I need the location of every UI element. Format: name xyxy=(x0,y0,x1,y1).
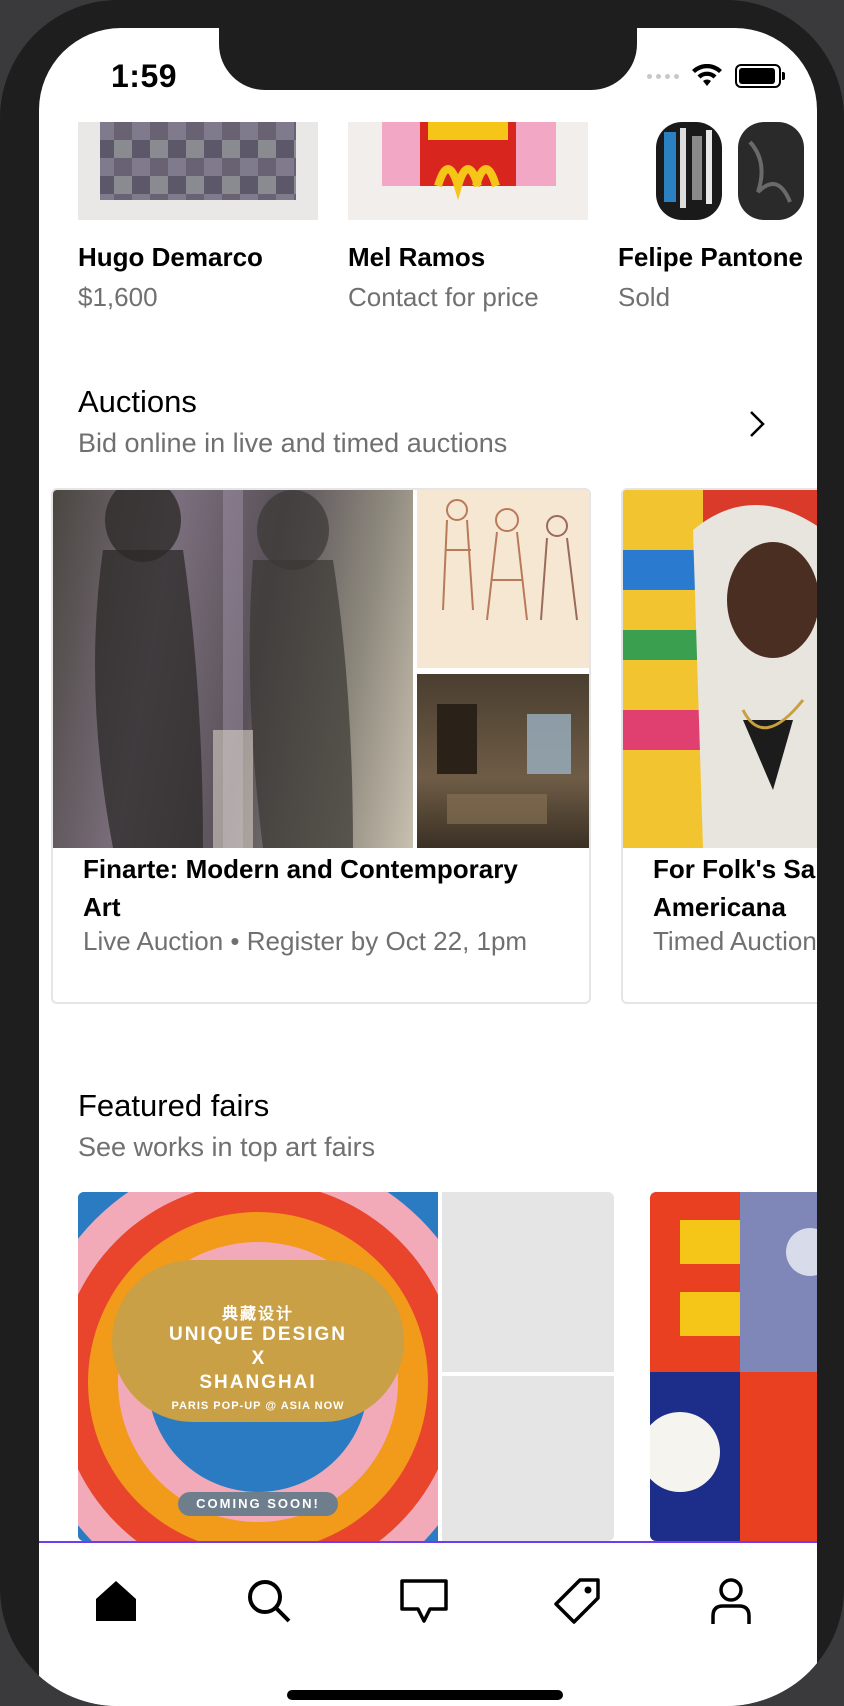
fair-card[interactable] xyxy=(650,1192,817,1541)
tab-profile[interactable] xyxy=(701,1571,761,1631)
home-indicator[interactable] xyxy=(287,1690,563,1700)
tab-inbox[interactable] xyxy=(394,1571,454,1631)
artwork-image xyxy=(78,122,318,220)
fair-card[interactable]: 典藏设计 UNIQUE DESIGN X SHANGHAI PARIS POP-… xyxy=(78,1192,614,1541)
fair-poster xyxy=(650,1192,817,1541)
device-frame: 1:59 Hugo Demarco $1,600 Mel Ramos Conta… xyxy=(0,0,844,1706)
auction-artwork-main xyxy=(53,490,413,848)
artwork-card[interactable]: Hugo Demarco $1,600 xyxy=(78,122,318,352)
poster-text-chinese: 典藏设计 xyxy=(221,1306,294,1323)
tab-bar xyxy=(39,1541,817,1706)
auction-artwork-top-right xyxy=(417,490,589,668)
auction-card-subtitle: Timed Auction xyxy=(653,926,817,956)
poster-coming-soon-badge: COMING SOON! xyxy=(196,1496,320,1511)
fair-image-placeholder xyxy=(442,1192,614,1372)
auction-card-title: For Folk's Sake: Self-Taught Artists + A… xyxy=(653,854,817,922)
featured-fairs-subtitle: See works in top art fairs xyxy=(78,1132,376,1162)
auction-artwork-bottom-right xyxy=(417,674,589,848)
home-icon xyxy=(96,1581,136,1621)
cellular-signal-icon xyxy=(647,73,679,79)
auctions-title: Auctions xyxy=(78,384,197,419)
artwork-artist: Felipe Pantone xyxy=(618,242,803,272)
poster-text-shanghai: SHANGHAI xyxy=(199,1372,317,1393)
profile-icon xyxy=(711,1578,751,1624)
tab-search[interactable] xyxy=(239,1571,299,1631)
wifi-icon xyxy=(692,64,722,86)
auction-card-subtitle: Live Auction • Register by Oct 22, 1pm xyxy=(83,926,528,956)
chevron-right-icon[interactable] xyxy=(745,408,769,440)
auction-card[interactable]: For Folk's Sake: Self-Taught Artists + A… xyxy=(621,488,817,1004)
artwork-image xyxy=(618,122,817,220)
tab-home[interactable] xyxy=(86,1571,146,1631)
app-screen: 1:59 Hugo Demarco $1,600 Mel Ramos Conta… xyxy=(39,28,817,1706)
auction-card[interactable]: Finarte: Modern and Contemporary Art Liv… xyxy=(51,488,591,1004)
auctions-subtitle: Bid online in live and timed auctions xyxy=(78,428,508,458)
search-icon xyxy=(248,1580,291,1623)
status-time: 1:59 xyxy=(111,58,178,94)
artwork-card[interactable]: Mel Ramos Contact for price xyxy=(348,122,588,352)
artwork-artist: Hugo Demarco xyxy=(78,242,263,272)
auction-artwork-main xyxy=(623,490,817,848)
auction-card-title: Finarte: Modern and Contemporary Art xyxy=(83,854,518,922)
artwork-price: $1,600 xyxy=(78,282,158,312)
artwork-card[interactable]: Felipe Pantone Sold xyxy=(618,122,817,352)
artwork-price: Contact for price xyxy=(348,282,539,312)
status-icons xyxy=(647,62,785,90)
device-notch xyxy=(219,28,637,90)
tab-sell[interactable] xyxy=(547,1571,607,1631)
battery-icon xyxy=(735,64,785,88)
featured-fairs-title: Featured fairs xyxy=(78,1088,270,1123)
poster-text-x: X xyxy=(251,1348,265,1369)
sell-tag-icon xyxy=(554,1578,600,1624)
artwork-image xyxy=(348,122,588,220)
inbox-icon xyxy=(400,1579,448,1623)
artwork-price: Sold xyxy=(618,282,671,312)
poster-text-unique-design: UNIQUE DESIGN xyxy=(168,1324,348,1345)
fair-poster: 典藏设计 UNIQUE DESIGN X SHANGHAI PARIS POP-… xyxy=(78,1192,438,1541)
fair-image-placeholder xyxy=(442,1376,614,1541)
poster-text-location: PARIS POP-UP @ ASIA NOW xyxy=(171,1400,345,1412)
artwork-artist: Mel Ramos xyxy=(348,242,486,272)
